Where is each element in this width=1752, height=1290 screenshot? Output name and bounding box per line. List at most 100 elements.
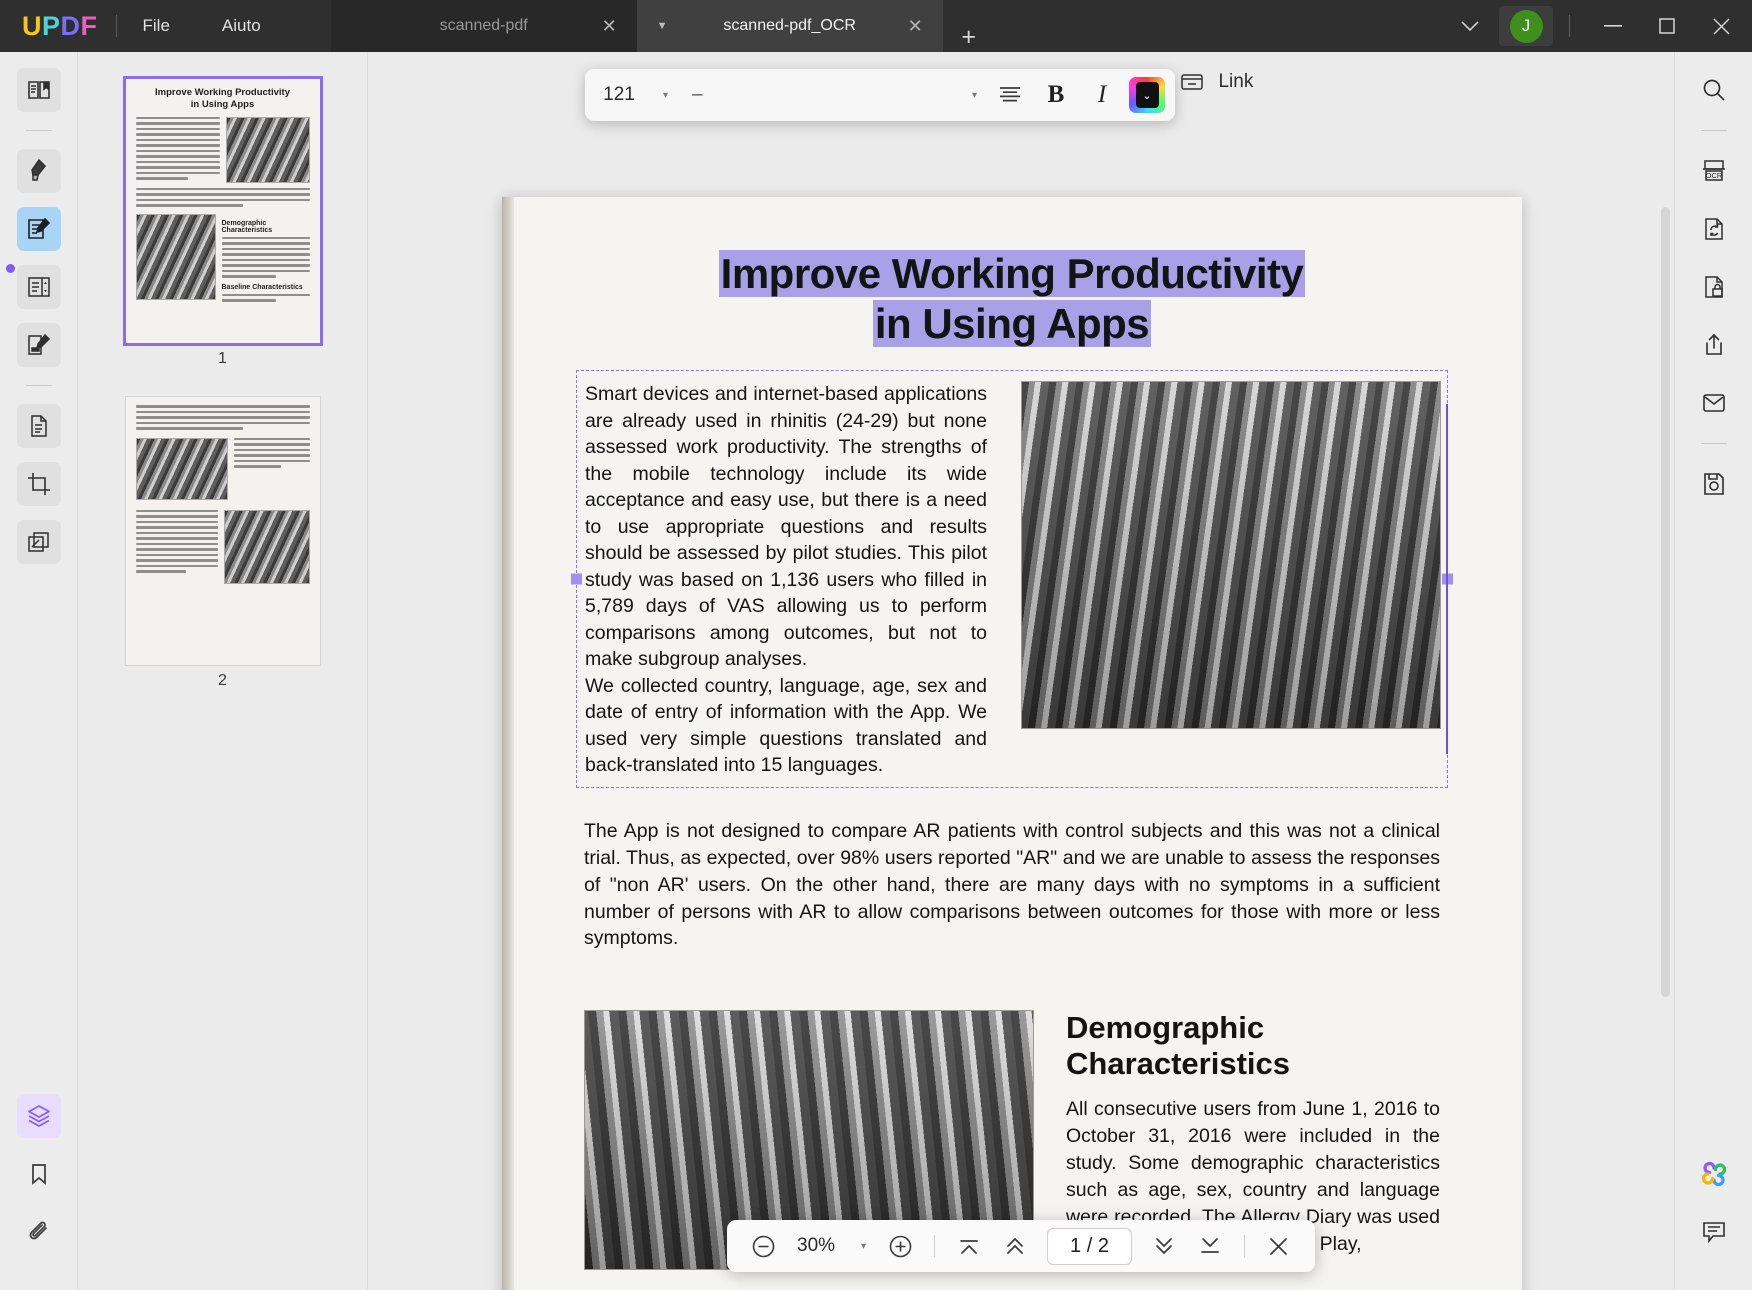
close-button[interactable] xyxy=(1694,0,1748,52)
sidebar-item-ai-assistant[interactable] xyxy=(1692,1152,1736,1196)
close-nav-button[interactable] xyxy=(1257,1226,1301,1266)
paragraph-3[interactable]: The App is not designed to compare AR pa… xyxy=(576,818,1448,953)
mini-title-line1: Improve Working Productivity xyxy=(155,87,290,98)
app-logo: UPDF xyxy=(0,0,116,52)
sidebar-item-attachment[interactable] xyxy=(17,1210,61,1254)
tab-title: scanned-pdf_OCR xyxy=(723,17,856,34)
zoom-level-value[interactable]: 30% xyxy=(787,1235,849,1257)
mini-photo xyxy=(225,116,310,183)
sidebar-item-organize-pages[interactable] xyxy=(16,265,61,309)
crop-icon xyxy=(26,471,52,497)
chevron-down-icon[interactable]: ▼ xyxy=(657,20,668,32)
new-tab-button[interactable]: + xyxy=(943,23,995,52)
ribbon-label: Link xyxy=(1218,71,1254,92)
thumbnail-image: Improve Working Productivity in Using Ap… xyxy=(122,76,323,346)
sidebar-item-layers[interactable] xyxy=(16,1094,61,1138)
maximize-button[interactable] xyxy=(1640,0,1694,52)
mini-text-block xyxy=(135,187,310,207)
main-area: Improve Working Productivity in Using Ap… xyxy=(0,52,1752,1290)
sidebar-item-bookmark[interactable] xyxy=(17,1152,61,1196)
text-selection-box[interactable]: Smart devices and internet-based applica… xyxy=(571,370,1453,788)
form-icon xyxy=(26,332,52,358)
sidebar-item-ocr[interactable]: OCR xyxy=(1692,149,1736,193)
thumbnail-page-1[interactable]: Improve Working Productivity in Using Ap… xyxy=(122,76,323,368)
zoom-out-button[interactable] xyxy=(741,1226,785,1266)
close-icon[interactable]: ✕ xyxy=(602,17,617,35)
mini-photo xyxy=(223,509,310,584)
sidebar-item-edit-pdf[interactable] xyxy=(16,207,61,251)
first-page-icon xyxy=(957,1236,981,1256)
chevron-down-icon[interactable] xyxy=(1441,20,1499,32)
sidebar-item-search[interactable] xyxy=(1692,68,1736,112)
chevron-down-icon: ⌄ xyxy=(1135,82,1159,108)
minimize-button[interactable] xyxy=(1586,0,1640,52)
tab-scanned-pdf-ocr[interactable]: ▼ scanned-pdf_OCR ✕ xyxy=(636,0,943,52)
sidebar-item-annotate[interactable] xyxy=(16,149,61,193)
pdf-page[interactable]: Improve Working Productivity in Using Ap… xyxy=(502,197,1522,1290)
ribbon-link[interactable]: Link xyxy=(1169,63,1263,101)
sidebar-item-crop[interactable] xyxy=(16,462,61,506)
vertical-scrollbar[interactable] xyxy=(1661,207,1670,997)
mini-photo xyxy=(135,213,216,300)
sidebar-item-email[interactable] xyxy=(1692,381,1736,425)
ocr-icon: OCR xyxy=(1700,158,1728,184)
body-text-column[interactable]: Smart devices and internet-based applica… xyxy=(585,381,987,779)
zoom-in-button[interactable] xyxy=(878,1226,922,1266)
search-icon xyxy=(1701,77,1727,103)
section-paragraph-tail[interactable]: A few users were clinic patients that we… xyxy=(576,1286,1448,1290)
next-page-icon xyxy=(1152,1236,1176,1256)
titlebar-separator xyxy=(1569,15,1570,37)
page-scroll-container[interactable]: Improve Working Productivity in Using Ap… xyxy=(368,112,1674,1290)
organize-pages-icon xyxy=(26,274,52,300)
menu-file[interactable]: File xyxy=(117,0,196,52)
thumbnail-number: 1 xyxy=(218,350,227,367)
logo-letter-d: D xyxy=(60,10,81,41)
sidebar-item-protect[interactable] xyxy=(1692,265,1736,309)
sidebar-item-convert[interactable] xyxy=(16,404,61,448)
sidebar-item-reader-mode[interactable] xyxy=(16,68,61,112)
close-icon[interactable]: ✕ xyxy=(908,17,923,35)
logo-letter-p: P xyxy=(42,10,61,41)
sidebar-item-batch[interactable] xyxy=(16,520,61,564)
font-size-input[interactable]: 121 xyxy=(585,84,653,106)
first-page-button[interactable] xyxy=(947,1226,991,1266)
sidebar-item-share[interactable] xyxy=(1692,323,1736,367)
align-center-icon xyxy=(999,86,1021,104)
font-size-dropdown-caret[interactable]: ▾ xyxy=(653,90,678,101)
mini-photo xyxy=(135,437,228,500)
font-family-select[interactable]: – xyxy=(678,84,962,106)
tab-scanned-pdf[interactable]: scanned-pdf ✕ xyxy=(330,0,637,52)
zoom-dropdown-caret[interactable]: ▾ xyxy=(851,1241,876,1252)
prev-page-button[interactable] xyxy=(993,1226,1037,1266)
menu-aiuto[interactable]: Aiuto xyxy=(196,0,287,52)
email-icon xyxy=(1701,391,1727,415)
thumbnail-panel[interactable]: Improve Working Productivity in Using Ap… xyxy=(78,52,368,1290)
sidebar-item-form[interactable] xyxy=(16,323,61,367)
sidebar-item-comments[interactable] xyxy=(1692,1210,1736,1254)
page-title-line2: in Using Apps xyxy=(872,299,1152,347)
bold-button[interactable]: B xyxy=(1033,75,1079,115)
italic-button[interactable]: I xyxy=(1079,75,1125,115)
align-center-button[interactable] xyxy=(987,75,1033,115)
font-family-dropdown-caret[interactable]: ▾ xyxy=(962,90,987,101)
panel-collapse-handle[interactable] xyxy=(6,264,15,273)
sidebar-item-save[interactable] xyxy=(1692,462,1736,506)
layers-icon xyxy=(26,1103,52,1129)
sidebar-item-convert[interactable] xyxy=(1692,207,1736,251)
paragraph-1: Smart devices and internet-based applica… xyxy=(585,383,987,671)
logo-letter-u: U xyxy=(22,10,42,41)
titlebar-right: J xyxy=(1441,0,1752,52)
page-number-field[interactable]: 1 / 2 xyxy=(1047,1227,1132,1265)
mini-heading-2: Baseline Characteristics xyxy=(221,283,303,291)
page-title-line1: Improve Working Productivity xyxy=(718,250,1306,297)
next-page-button[interactable] xyxy=(1142,1226,1186,1266)
text-cursor xyxy=(1446,404,1448,754)
page-navigation-bar: 30% ▾ 1 / 2 xyxy=(727,1220,1315,1272)
page-title: Improve Working Productivity in Using Ap… xyxy=(576,249,1448,348)
thumbnail-page-2[interactable]: 2 xyxy=(124,396,321,690)
user-account-button[interactable]: J xyxy=(1499,6,1553,46)
resize-handle-left[interactable] xyxy=(571,573,582,585)
text-color-picker[interactable]: ⌄ xyxy=(1129,77,1165,113)
document-photo-1[interactable] xyxy=(1021,381,1441,730)
last-page-button[interactable] xyxy=(1188,1226,1232,1266)
